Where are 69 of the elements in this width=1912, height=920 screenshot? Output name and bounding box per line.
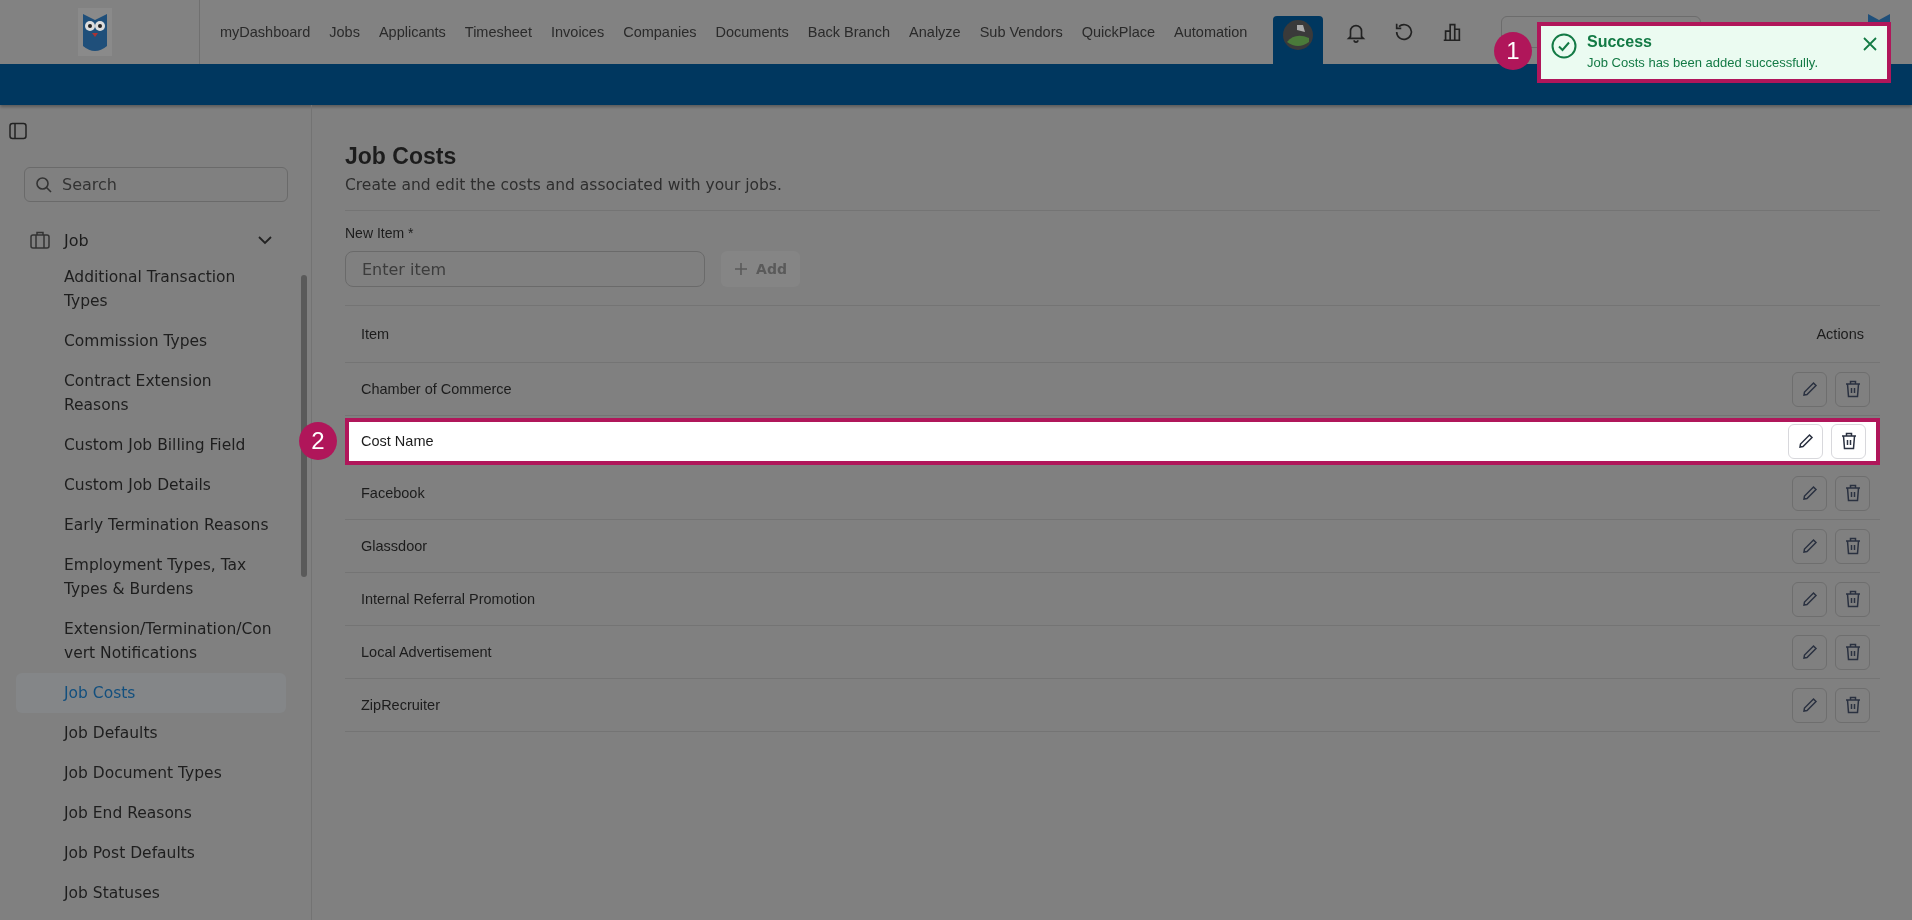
chevron-icon (258, 235, 272, 245)
nav-link[interactable]: Analyze (909, 24, 961, 40)
toast-message: Job Costs has been added successfully. (1587, 55, 1819, 70)
nav-link[interactable]: QuickPlace (1081, 24, 1156, 40)
sidebar-item[interactable]: Job Defaults (16, 713, 286, 753)
sidebar-item[interactable]: Employment Types, Tax Types & Burdens (16, 545, 286, 609)
trash-icon (1844, 696, 1861, 714)
nav-link[interactable]: Applicants (378, 24, 446, 40)
search-field[interactable]: Search (24, 167, 288, 202)
pencil-icon (1800, 537, 1819, 555)
pencil-icon (1800, 380, 1819, 398)
trash-icon (1844, 537, 1861, 555)
sidebar-item[interactable]: Job End Reasons (16, 793, 286, 833)
sidebar-item[interactable]: Commission Types (16, 321, 286, 361)
sidebar-item[interactable]: Contract Extension Reasons (16, 361, 286, 425)
owl-logo[interactable] (77, 8, 112, 56)
nav-link[interactable]: Invoices (550, 24, 605, 40)
nav-link[interactable]: Jobs (329, 24, 360, 40)
table-cell: Glassdoor (361, 538, 428, 554)
sidebar-toggle-icon[interactable] (9, 122, 27, 140)
table-cell: Cost Name (361, 433, 434, 449)
pencil-icon (1796, 432, 1815, 450)
page-title: Job Costs (345, 143, 458, 170)
search-icon (35, 176, 53, 194)
sidebar-item[interactable]: Job Costs (16, 673, 286, 713)
toast-title: Success (1587, 33, 1653, 51)
item-input[interactable]: Enter item (345, 251, 705, 287)
pencil-icon (1800, 484, 1819, 502)
trash-icon (1844, 590, 1861, 608)
field-label: New Item (345, 225, 405, 241)
sidebar-group[interactable]: Job (16, 223, 286, 257)
sidebar-item[interactable]: Job Document Types (16, 753, 286, 793)
nav-link[interactable]: Back Branch (807, 24, 891, 40)
column-header: Item (361, 326, 390, 342)
callout-number: 2 (299, 422, 337, 460)
nav-link[interactable]: Companies (623, 24, 697, 40)
check-circle-icon (1551, 33, 1577, 59)
sidebar-item[interactable]: Job Statuses (16, 873, 286, 913)
trash-icon (1840, 432, 1857, 450)
sidebar-item[interactable]: Job Post Defaults (16, 833, 286, 873)
profile-tab[interactable] (1273, 16, 1324, 64)
column-header: Actions (1816, 326, 1864, 342)
plus-icon (734, 262, 749, 276)
sidebar-item[interactable]: Custom Job Details (16, 465, 286, 505)
nav-link[interactable]: Documents (715, 24, 789, 40)
sidebar-item[interactable]: Additional Transaction Types (16, 257, 286, 321)
page-subtitle: Create and edit the costs and associated with your jobs. (345, 176, 783, 194)
table-cell: Internal Referral Promotion (361, 591, 536, 607)
nav-link[interactable]: Sub Vendors (979, 24, 1063, 40)
close-icon[interactable] (1863, 37, 1877, 51)
avatar-icon (1283, 20, 1314, 50)
nav-link[interactable]: Automation (1174, 24, 1248, 40)
trash-icon (1844, 380, 1861, 398)
nav-link[interactable]: myDashboard (220, 24, 311, 40)
sidebar-item[interactable]: Early Termination Reasons (16, 505, 286, 545)
pencil-icon (1800, 696, 1819, 714)
pencil-icon (1800, 590, 1819, 608)
trash-icon (1844, 484, 1861, 502)
table-cell: ZipRecruiter (361, 697, 440, 713)
pencil-icon (1800, 643, 1819, 661)
table-cell: Local Advertisement (361, 644, 492, 660)
briefcase-icon (30, 231, 50, 249)
table-cell: Chamber of Commerce (361, 381, 512, 397)
sidebar-item[interactable]: Extension/Termination/Convert Notifications (16, 609, 286, 673)
trash-icon (1844, 643, 1861, 661)
table-cell: Facebook (361, 485, 425, 501)
nav-link[interactable]: Timesheet (464, 24, 532, 40)
required-mark: * (408, 225, 414, 241)
sidebar-item[interactable]: Custom Job Billing Field (16, 425, 286, 465)
